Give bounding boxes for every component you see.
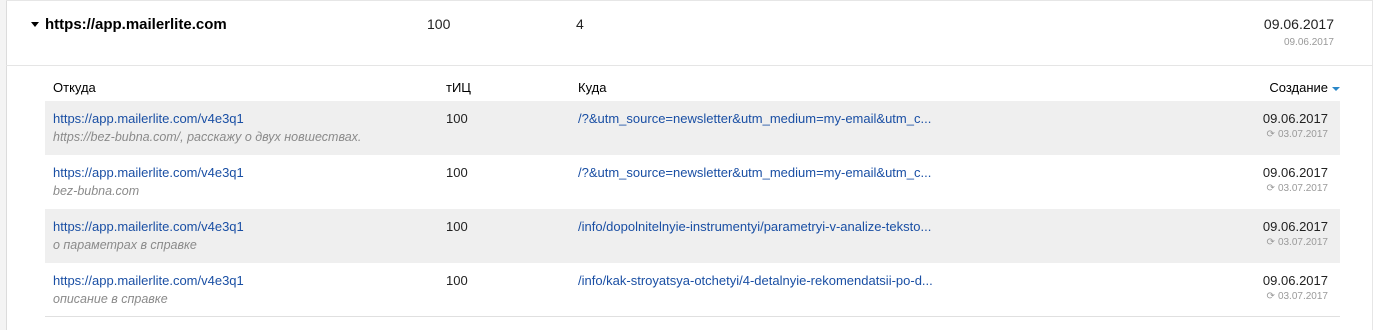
row-tic: 100 bbox=[446, 111, 468, 126]
updated-date: ⟳ 03.07.2017 bbox=[1267, 291, 1328, 302]
updated-date: ⟳ 03.07.2017 bbox=[1267, 183, 1328, 194]
updated-date: ⟳ 03.07.2017 bbox=[1267, 237, 1328, 248]
caret-down-icon[interactable] bbox=[31, 22, 39, 28]
group-date: 09.06.2017 bbox=[1263, 16, 1334, 32]
group-link-count: 4 bbox=[576, 16, 584, 32]
column-header-to: Куда bbox=[578, 80, 607, 95]
from-link[interactable]: https://app.mailerlite.com/v4e3q1 bbox=[53, 165, 244, 180]
column-header-created-label[interactable]: Создание bbox=[1269, 80, 1328, 95]
created-date: 09.06.2017 bbox=[1262, 273, 1328, 288]
links-table: https://app.mailerlite.com/v4e3q1 https:… bbox=[45, 101, 1340, 317]
domain-group-row[interactable]: https://app.mailerlite.com 100 4 09.06.2… bbox=[6, 1, 1372, 66]
to-link[interactable]: /?&utm_source=newsletter&utm_medium=my-e… bbox=[578, 111, 938, 126]
refresh-icon: ⟳ bbox=[1266, 237, 1275, 248]
to-link[interactable]: /?&utm_source=newsletter&utm_medium=my-e… bbox=[578, 165, 938, 180]
from-link[interactable]: https://app.mailerlite.com/v4e3q1 bbox=[53, 219, 244, 234]
refresh-icon: ⟳ bbox=[1266, 291, 1275, 302]
row-tic: 100 bbox=[446, 219, 468, 234]
created-date: 09.06.2017 bbox=[1262, 111, 1328, 126]
updated-date-value: 03.07.2017 bbox=[1277, 291, 1328, 302]
from-description: описание в справке bbox=[53, 292, 168, 306]
table-row: https://app.mailerlite.com/v4e3q1 bez-bu… bbox=[45, 155, 1340, 209]
scrollbar-track[interactable] bbox=[1372, 0, 1378, 330]
table-row: https://app.mailerlite.com/v4e3q1 описан… bbox=[45, 263, 1340, 317]
from-description: bez-bubna.com bbox=[53, 184, 140, 198]
from-description: о параметрах в справке bbox=[53, 238, 197, 252]
updated-date: ⟳ 03.07.2017 bbox=[1267, 129, 1328, 140]
column-header-tic: тИЦ bbox=[446, 80, 471, 95]
updated-date-value: 03.07.2017 bbox=[1277, 183, 1328, 194]
created-date: 09.06.2017 bbox=[1262, 219, 1328, 234]
refresh-icon: ⟳ bbox=[1266, 183, 1275, 194]
row-tic: 100 bbox=[446, 165, 468, 180]
row-tic: 100 bbox=[446, 273, 468, 288]
group-subdate: 09.06.2017 bbox=[1283, 37, 1334, 48]
updated-date-value: 03.07.2017 bbox=[1277, 237, 1328, 248]
table-row: https://app.mailerlite.com/v4e3q1 о пара… bbox=[45, 209, 1340, 263]
table-row: https://app.mailerlite.com/v4e3q1 https:… bbox=[45, 101, 1340, 155]
from-description: https://bez-bubna.com/, расскажу о двух … bbox=[53, 130, 362, 144]
group-tic: 100 bbox=[427, 16, 451, 32]
column-header-created[interactable]: Создание bbox=[1269, 80, 1340, 95]
to-link[interactable]: /info/kak-stroyatsya-otchetyi/4-detalnyi… bbox=[578, 273, 938, 288]
from-link[interactable]: https://app.mailerlite.com/v4e3q1 bbox=[53, 111, 244, 126]
to-link[interactable]: /info/dopolnitelnyie-instrumentyi/parame… bbox=[578, 219, 938, 234]
group-domain[interactable]: https://app.mailerlite.com bbox=[45, 16, 227, 33]
sort-desc-icon[interactable] bbox=[1332, 86, 1340, 91]
column-header-from: Откуда bbox=[53, 80, 96, 95]
from-link[interactable]: https://app.mailerlite.com/v4e3q1 bbox=[53, 273, 244, 288]
created-date: 09.06.2017 bbox=[1262, 165, 1328, 180]
updated-date-value: 03.07.2017 bbox=[1277, 129, 1328, 140]
refresh-icon: ⟳ bbox=[1266, 129, 1275, 140]
